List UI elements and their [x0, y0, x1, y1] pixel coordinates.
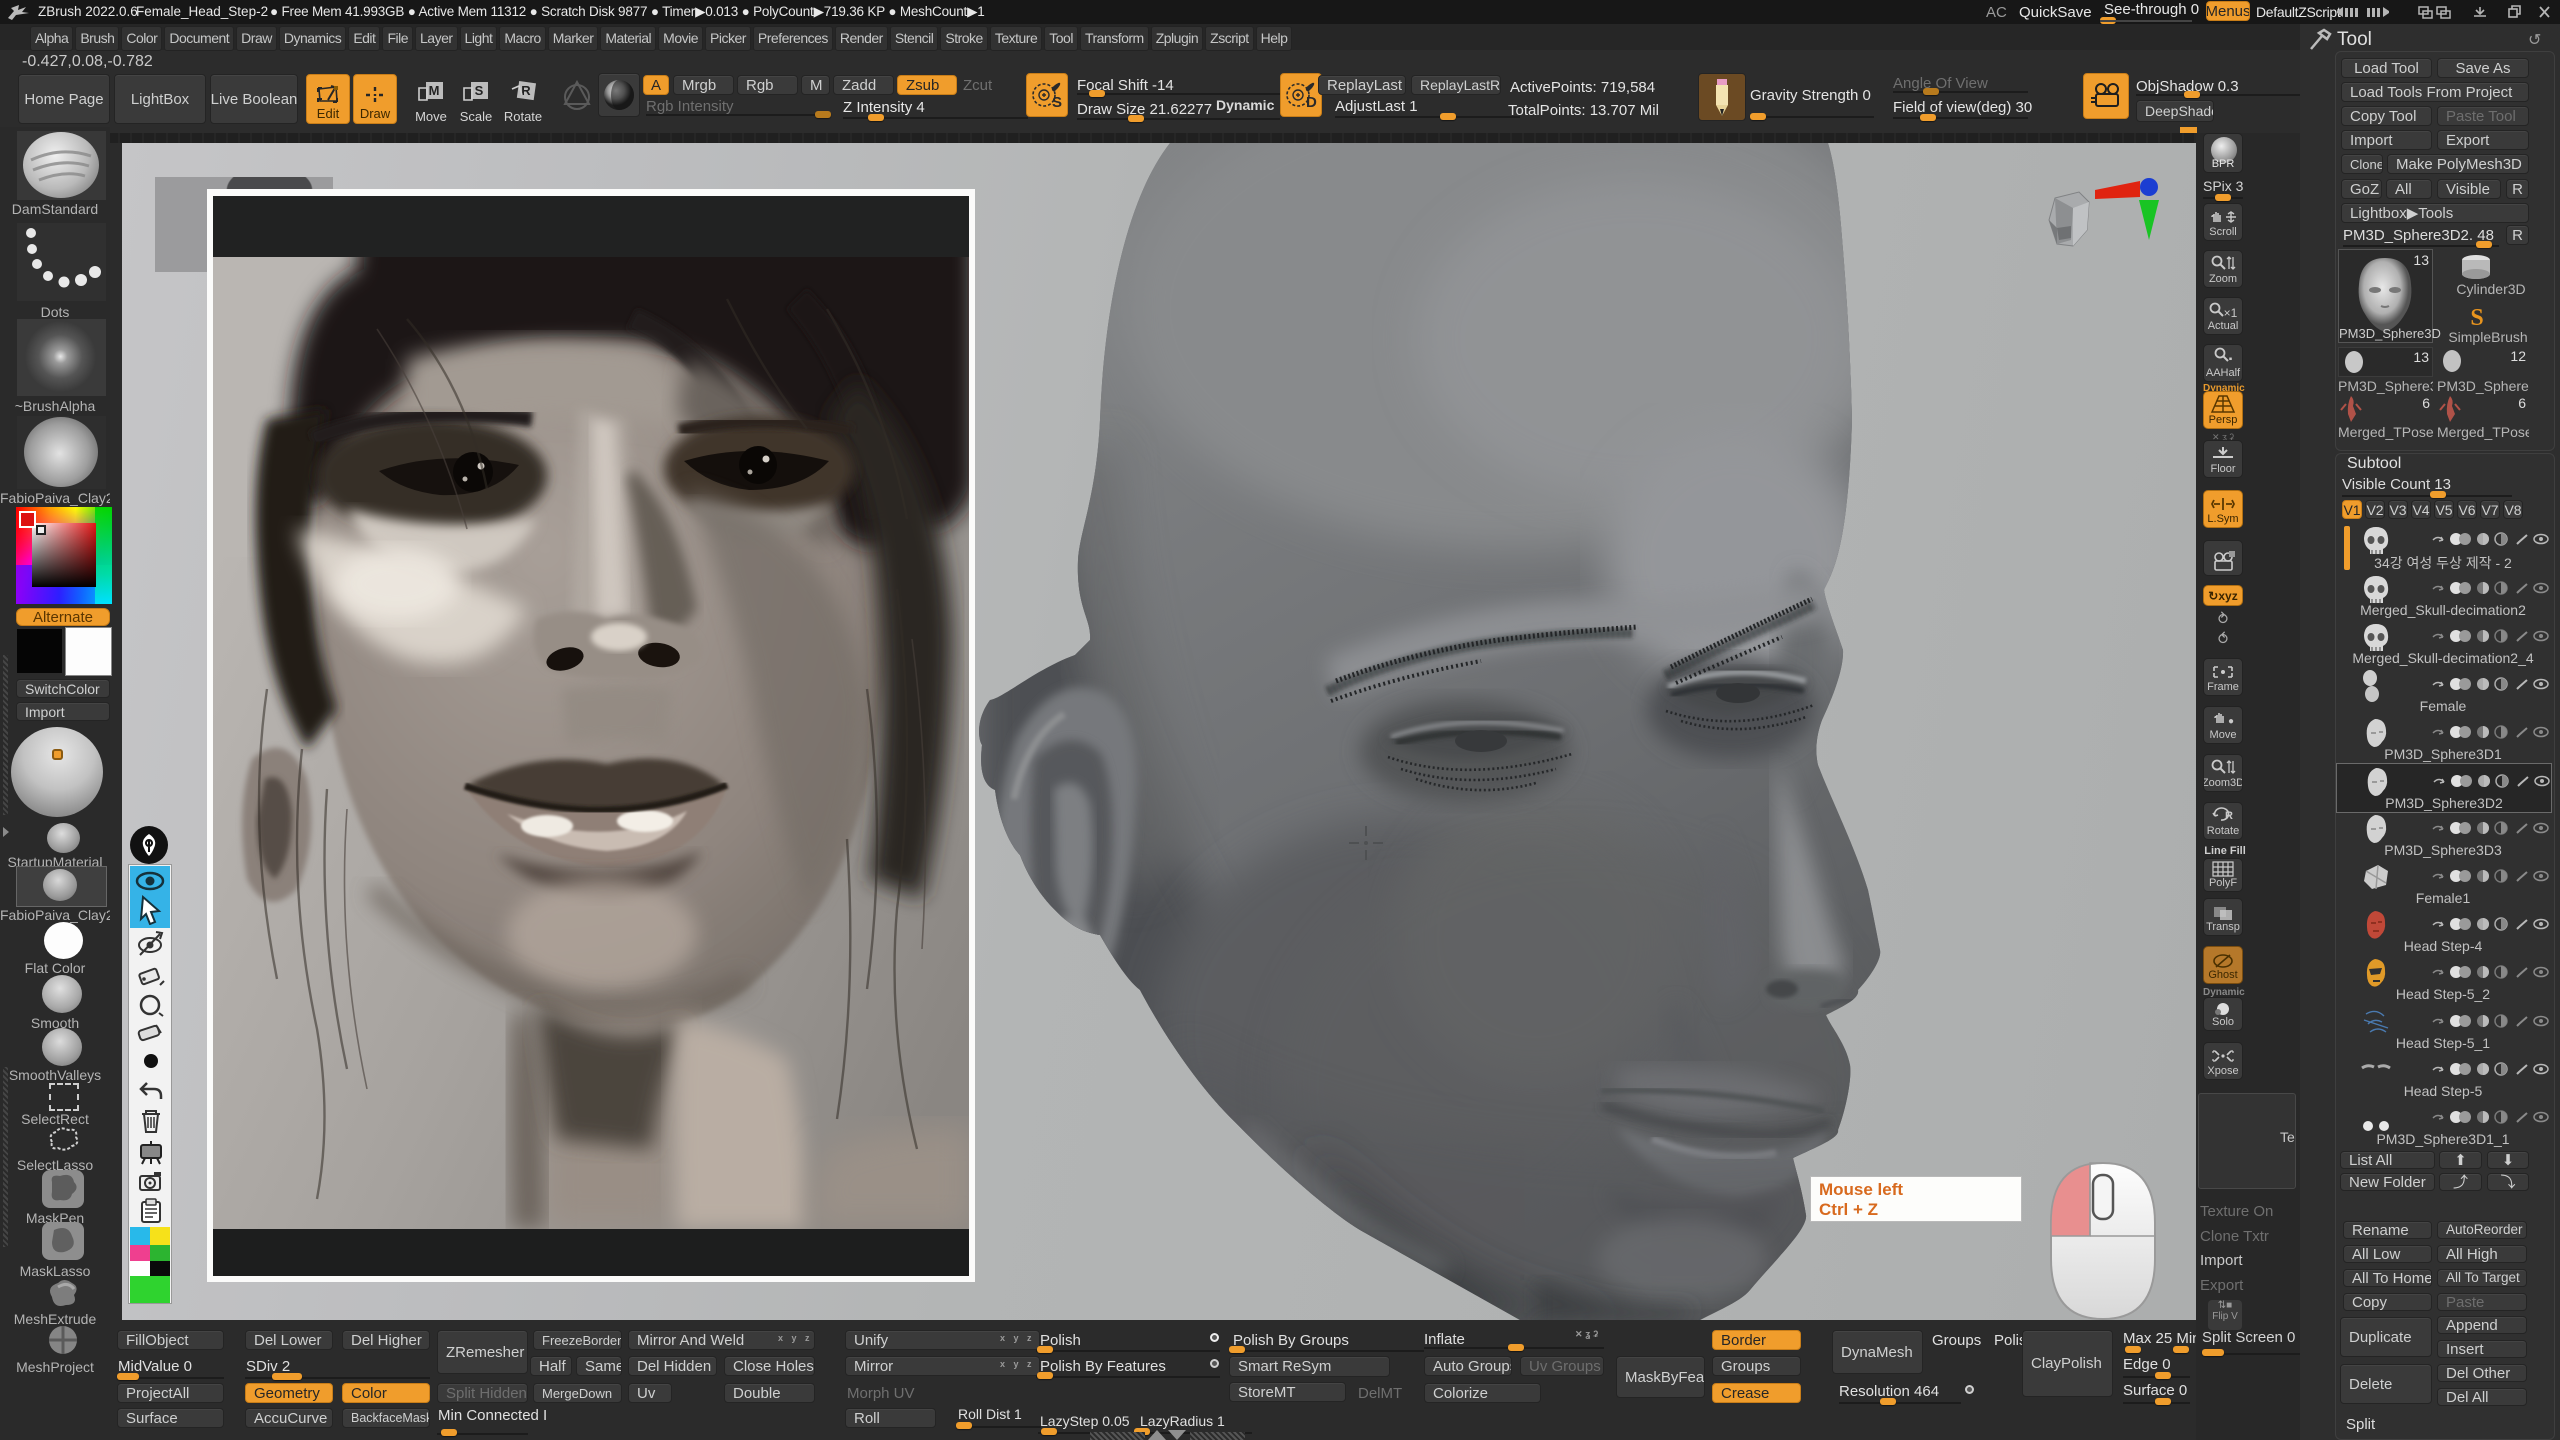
svg-text:M: M: [429, 83, 440, 98]
svg-text:D: D: [1306, 94, 1317, 111]
svg-text:R: R: [2225, 810, 2233, 822]
svg-text:S: S: [475, 83, 484, 98]
svg-text:S: S: [1052, 94, 1062, 111]
svg-text:S: S: [2470, 305, 2483, 330]
svg-text:R: R: [521, 83, 531, 98]
